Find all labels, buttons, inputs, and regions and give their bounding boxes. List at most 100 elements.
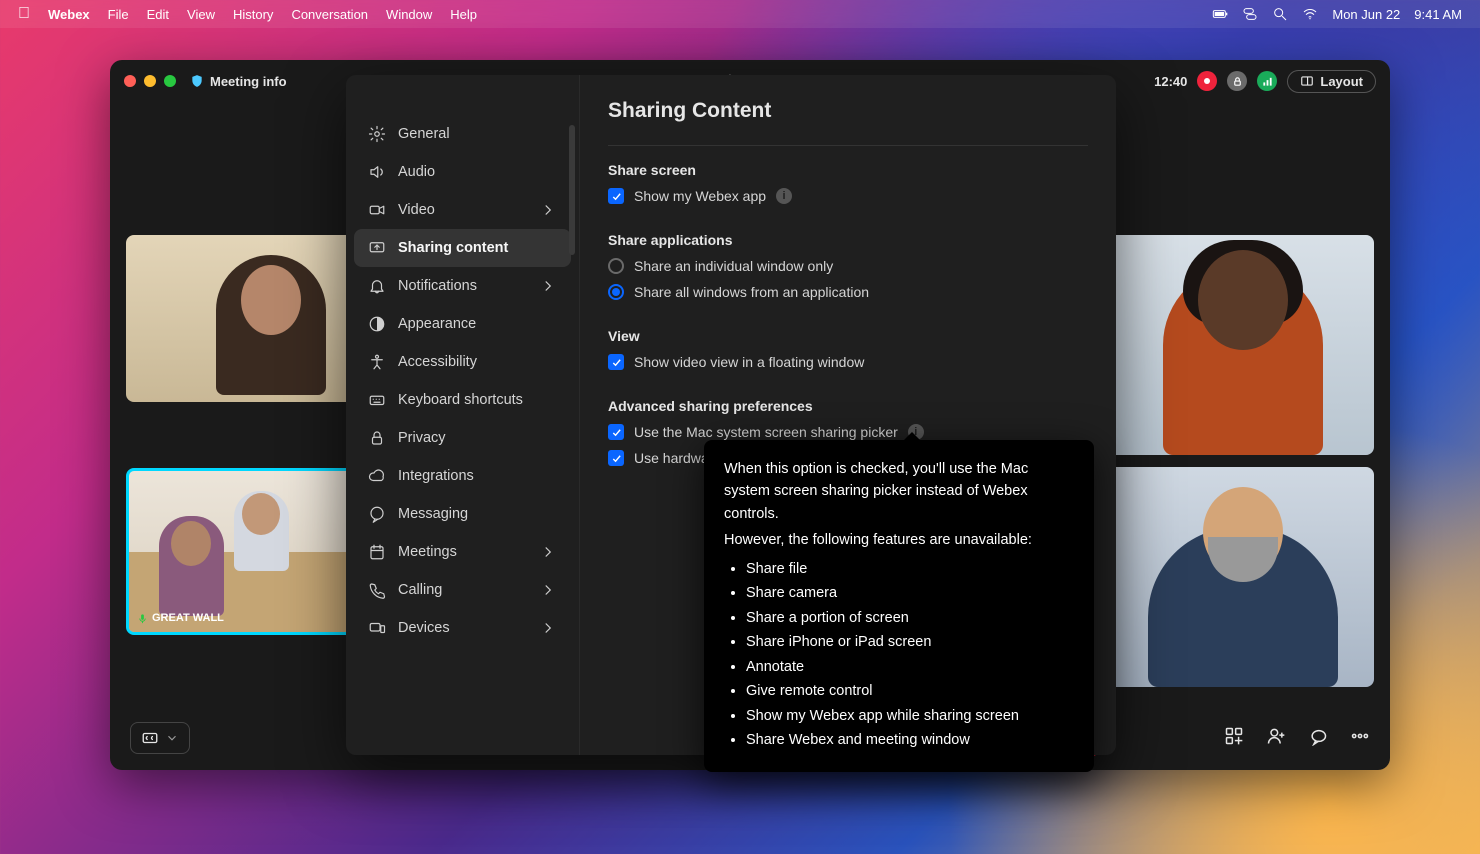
checkbox-mac-picker[interactable] — [608, 424, 624, 440]
menu-conversation[interactable]: Conversation — [291, 7, 368, 22]
sidebar-item-appearance[interactable]: Appearance — [354, 305, 571, 343]
sidebar-item-audio[interactable]: Audio — [354, 153, 571, 191]
radio-all-windows[interactable] — [608, 284, 624, 300]
sidebar-item-integrations[interactable]: Integrations — [354, 457, 571, 495]
lock-indicator-icon[interactable] — [1227, 71, 1247, 91]
sidebar-item-messaging[interactable]: Messaging — [354, 495, 571, 533]
sidebar-item-privacy[interactable]: Privacy — [354, 419, 571, 457]
meeting-clock: 12:40 — [1154, 74, 1187, 89]
section-share-apps: Share applications — [608, 232, 1088, 248]
radio-individual-window[interactable] — [608, 258, 624, 274]
sidebar-item-label: Accessibility — [398, 354, 477, 370]
search-icon[interactable] — [1272, 6, 1288, 22]
menu-edit[interactable]: Edit — [147, 7, 169, 22]
gear-icon — [368, 125, 386, 143]
sidebar-item-accessibility[interactable]: Accessibility — [354, 343, 571, 381]
menu-view[interactable]: View — [187, 7, 215, 22]
menu-window[interactable]: Window — [386, 7, 432, 22]
label-all-windows: Share all windows from an application — [634, 284, 869, 300]
sidebar-item-meetings[interactable]: Meetings — [354, 533, 571, 571]
menubar-app-name[interactable]: Webex — [48, 7, 90, 22]
menu-help[interactable]: Help — [450, 7, 477, 22]
sidebar-item-label: Keyboard shortcuts — [398, 392, 523, 408]
cloud-icon — [368, 467, 386, 485]
sidebar-item-calling[interactable]: Calling — [354, 571, 571, 609]
layout-button[interactable]: Layout — [1287, 70, 1376, 93]
info-icon[interactable]: i — [776, 188, 792, 204]
apps-button[interactable] — [1224, 726, 1244, 751]
sidebar-item-notifications[interactable]: Notifications — [354, 267, 571, 305]
menu-file[interactable]: File — [108, 7, 129, 22]
prefs-title: Sharing Content — [608, 99, 1088, 123]
sidebar-item-label: Privacy — [398, 430, 446, 446]
menubar-time[interactable]: 9:41 AM — [1414, 7, 1462, 22]
label-individual-window: Share an individual window only — [634, 258, 833, 274]
meeting-info-button[interactable]: Meeting info — [190, 74, 287, 89]
control-center-icon[interactable] — [1242, 6, 1258, 22]
layout-button-label: Layout — [1320, 74, 1363, 89]
tooltip-bullet: Share camera — [746, 582, 1074, 604]
sidebar-item-label: Appearance — [398, 316, 476, 332]
sidebar-item-label: Integrations — [398, 468, 474, 484]
shield-icon — [190, 74, 204, 88]
divider — [608, 145, 1088, 146]
chevron-right-icon — [539, 619, 557, 637]
network-indicator-icon[interactable] — [1257, 71, 1277, 91]
video-tile-2-active[interactable]: GREAT WALL — [126, 468, 356, 635]
battery-icon[interactable] — [1212, 6, 1228, 22]
minimize-window-button[interactable] — [144, 75, 156, 87]
video-tile-1[interactable] — [126, 235, 356, 402]
more-options-button[interactable] — [1350, 726, 1370, 751]
window-controls — [124, 75, 176, 87]
label-show-my-webex: Show my Webex app — [634, 188, 766, 204]
participant-name-badge: GREAT WALL — [137, 612, 224, 624]
video-tile-4[interactable] — [1108, 467, 1374, 687]
label-floating-window: Show video view in a floating window — [634, 354, 864, 370]
phone-icon — [368, 581, 386, 599]
sidebar-item-keyboard-shortcuts[interactable]: Keyboard shortcuts — [354, 381, 571, 419]
chevron-right-icon — [539, 543, 557, 561]
tooltip-bullet: Share file — [746, 558, 1074, 580]
video-tile-3[interactable] — [1108, 235, 1374, 455]
apple-icon[interactable]:  — [18, 5, 30, 23]
checkbox-floating-window[interactable] — [608, 354, 624, 370]
calendar-icon — [368, 543, 386, 561]
sidebar-item-general[interactable]: General — [354, 115, 571, 153]
bell-icon — [368, 277, 386, 295]
sidebar-item-label: General — [398, 126, 450, 142]
sidebar-item-sharing-content[interactable]: Sharing content — [354, 229, 571, 267]
label-mac-picker: Use the Mac system screen sharing picker — [634, 424, 898, 440]
captions-button[interactable] — [130, 722, 190, 754]
recording-indicator-icon[interactable] — [1197, 71, 1217, 91]
sidebar-item-label: Calling — [398, 582, 442, 598]
chat-button[interactable] — [1308, 726, 1328, 751]
participants-button[interactable] — [1266, 726, 1286, 751]
meeting-info-label: Meeting info — [210, 74, 287, 89]
sidebar-item-devices[interactable]: Devices — [354, 609, 571, 647]
wifi-icon[interactable] — [1302, 6, 1318, 22]
sidebar-item-label: Audio — [398, 164, 435, 180]
close-window-button[interactable] — [124, 75, 136, 87]
sidebar-item-label: Video — [398, 202, 435, 218]
checkbox-show-my-webex[interactable] — [608, 188, 624, 204]
sidebar-item-label: Meetings — [398, 544, 457, 560]
appearance-icon — [368, 315, 386, 333]
menubar-date[interactable]: Mon Jun 22 — [1332, 7, 1400, 22]
menu-history[interactable]: History — [233, 7, 273, 22]
sidebar-item-video[interactable]: Video — [354, 191, 571, 229]
sidebar-scrollbar[interactable] — [569, 125, 575, 255]
devices-icon — [368, 619, 386, 637]
lock-icon — [368, 429, 386, 447]
share-icon — [368, 239, 386, 257]
chevron-right-icon — [539, 581, 557, 599]
checkbox-hardware-accel[interactable] — [608, 450, 624, 466]
zoom-window-button[interactable] — [164, 75, 176, 87]
section-advanced: Advanced sharing preferences — [608, 398, 1088, 414]
layout-icon — [1300, 74, 1314, 88]
tooltip-bullet: Share a portion of screen — [746, 607, 1074, 629]
tooltip-paragraph-2: However, the following features are unav… — [724, 529, 1074, 551]
tooltip-bullets: Share fileShare camera Share a portion of… — [746, 558, 1074, 752]
section-share-screen: Share screen — [608, 162, 1088, 178]
mac-picker-tooltip: When this option is checked, you'll use … — [704, 440, 1094, 772]
sidebar-item-label: Messaging — [398, 506, 468, 522]
